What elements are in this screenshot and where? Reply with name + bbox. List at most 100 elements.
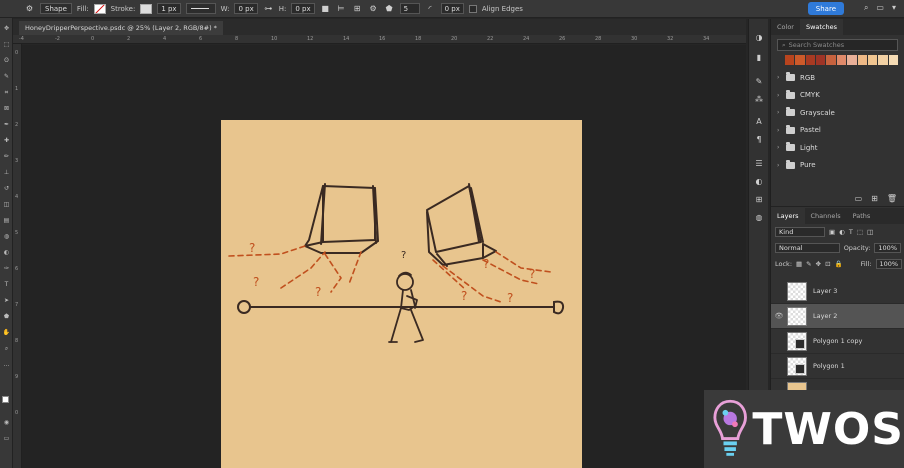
swatch-group[interactable]: › Light [771, 139, 904, 157]
height-field[interactable]: 0 px [291, 3, 315, 14]
hand-tool-icon[interactable]: ✋ [2, 328, 11, 337]
lock-paint-icon[interactable]: ✎ [806, 260, 811, 268]
eyedropper-tool-icon[interactable]: ✒ [2, 120, 11, 129]
document-tab[interactable]: HoneyDripperPerspective.psdc @ 25% (Laye… [19, 21, 223, 35]
folder-icon[interactable]: ▭ [855, 194, 863, 203]
swatch-chip[interactable] [826, 55, 836, 65]
swatch-group[interactable]: › Pastel [771, 122, 904, 140]
sides-field[interactable]: 5 [399, 3, 420, 14]
swatch-group[interactable]: › CMYK [771, 87, 904, 105]
screen-mode-icon[interactable]: ▭ [2, 434, 11, 443]
lock-all-icon[interactable]: 🔒 [835, 260, 843, 268]
blur-tool-icon[interactable]: ◍ [2, 232, 11, 241]
swatch-chip[interactable] [805, 55, 816, 65]
healing-brush-icon[interactable]: ✚ [2, 136, 11, 145]
share-button[interactable]: Share [807, 2, 844, 15]
pen-tool-icon[interactable]: ✑ [2, 264, 11, 273]
shape-tool-icon[interactable]: ⬟ [2, 312, 11, 321]
gear-icon[interactable]: ⚙ [368, 3, 379, 14]
fill-field[interactable]: 100% [875, 259, 903, 269]
brushes-icon[interactable]: ⁂ [753, 93, 765, 105]
search-icon[interactable]: ⌕ [864, 3, 868, 13]
tab-color[interactable]: Color [771, 19, 800, 35]
layer-row[interactable]: Polygon 1 copy [771, 329, 904, 354]
adjustments-icon[interactable]: ◐ [753, 175, 765, 187]
brush-settings-icon[interactable]: ✎ [753, 75, 765, 87]
filter-pixel-icon[interactable]: ▣ [829, 228, 835, 236]
shape-mode-dropdown[interactable]: Shape [40, 3, 72, 14]
paragraph-panel-icon[interactable]: ¶ [753, 133, 765, 145]
styles-icon[interactable]: ◍ [753, 211, 765, 223]
swatch-group[interactable]: › RGB [771, 69, 904, 87]
path-arrangement-icon[interactable]: ⊞ [352, 3, 363, 14]
lock-position-icon[interactable]: ✥ [816, 260, 821, 268]
opacity-field[interactable]: 100% [874, 243, 901, 253]
eye-icon[interactable]: 👁 [771, 312, 787, 320]
radius-field[interactable]: 0 px [440, 3, 464, 14]
filter-adjust-icon[interactable]: ◐ [839, 228, 845, 236]
lock-pixels-icon[interactable]: ▦ [796, 260, 802, 268]
tab-swatches[interactable]: Swatches [799, 19, 844, 35]
libraries-icon[interactable]: ⊞ [753, 193, 765, 205]
horizontal-ruler[interactable]: -4 -2 0 2 4 6 8 10 12 14 16 18 20 22 24 26 28 30 32 34 [13, 35, 746, 44]
history-brush-icon[interactable]: ↺ [2, 184, 11, 193]
zoom-tool-icon[interactable]: ⌕ [2, 344, 11, 353]
stroke-type-dropdown[interactable] [185, 3, 216, 14]
path-alignment-icon[interactable]: ⊨ [336, 3, 347, 14]
move-tool-icon[interactable]: ✥ [2, 24, 11, 33]
swatches-search-input[interactable]: ⌕ Search Swatches [777, 39, 898, 51]
marquee-tool-icon[interactable]: ⬚ [2, 40, 11, 49]
swatch-chip[interactable] [785, 55, 795, 65]
swatch-group[interactable]: › Pure [771, 157, 904, 175]
more-tools-icon[interactable]: … [2, 360, 11, 369]
chevron-down-icon[interactable]: ▾ [892, 3, 896, 13]
swatch-group[interactable]: › Grayscale [771, 104, 904, 122]
quick-mask-icon[interactable]: ◉ [2, 418, 11, 427]
swatch-chip[interactable] [888, 55, 898, 65]
frame-tool-icon[interactable]: ⊠ [2, 104, 11, 113]
brush-tool-icon[interactable]: ✏ [2, 152, 11, 161]
width-field[interactable]: 0 px [234, 3, 258, 14]
lasso-tool-icon[interactable]: ʘ [2, 56, 11, 65]
swatch-chip[interactable] [795, 55, 805, 65]
quick-select-tool-icon[interactable]: ✎ [2, 72, 11, 81]
crop-tool-icon[interactable]: ⌗ [2, 88, 11, 97]
layer-row[interactable]: Layer 3 [771, 279, 904, 304]
layer-row[interactable]: 👁 Layer 2 [771, 304, 904, 329]
type-tool-icon[interactable]: T [2, 280, 11, 289]
layer-row[interactable]: Polygon 1 [771, 354, 904, 379]
workspace-icon[interactable]: ▭ [876, 3, 884, 13]
swatch-chip[interactable] [836, 55, 847, 65]
clone-stamp-icon[interactable]: ⊥ [2, 168, 11, 177]
tool-preset-icon[interactable]: ⚙ [24, 3, 35, 14]
swatch-chip[interactable] [878, 55, 888, 65]
layer-filter-dropdown[interactable]: Kind [775, 227, 825, 237]
blend-mode-dropdown[interactable]: Normal [775, 243, 840, 253]
dodge-tool-icon[interactable]: ◐ [2, 248, 11, 257]
properties-icon[interactable]: ☰ [753, 157, 765, 169]
link-icon[interactable]: ⊶ [263, 3, 274, 14]
foreground-color-swatch[interactable] [2, 396, 9, 403]
add-swatch-icon[interactable]: ⊞ [871, 194, 878, 203]
swatch-chip[interactable] [816, 55, 826, 65]
swatch-chip[interactable] [867, 55, 878, 65]
vertical-ruler[interactable]: 0 1 2 3 4 5 6 7 8 9 0 [13, 44, 22, 468]
path-select-tool-icon[interactable]: ➤ [2, 296, 11, 305]
character-panel-icon[interactable]: A [753, 115, 765, 127]
filter-shape-icon[interactable]: ⬚ [857, 228, 863, 236]
eraser-tool-icon[interactable]: ◫ [2, 200, 11, 209]
tab-channels[interactable]: Channels [805, 208, 847, 224]
canvas[interactable]: ? ? ? ? ? ? ? ? [221, 120, 582, 468]
swatch-chip[interactable] [857, 55, 867, 65]
path-operations-icon[interactable]: ■ [320, 3, 331, 14]
tab-layers[interactable]: Layers [771, 208, 805, 224]
align-edges-checkbox[interactable] [468, 4, 477, 13]
swatch-chip[interactable] [847, 55, 857, 65]
filter-smart-icon[interactable]: ◫ [867, 228, 873, 236]
fill-swatch[interactable] [93, 3, 106, 14]
color-panel-icon[interactable]: ◑ [753, 31, 765, 43]
stroke-swatch[interactable] [140, 3, 153, 14]
workspace[interactable]: ? ? ? ? ? ? ? ? [22, 45, 746, 468]
trash-icon[interactable]: 🗑 [887, 194, 897, 203]
tab-paths[interactable]: Paths [847, 208, 877, 224]
